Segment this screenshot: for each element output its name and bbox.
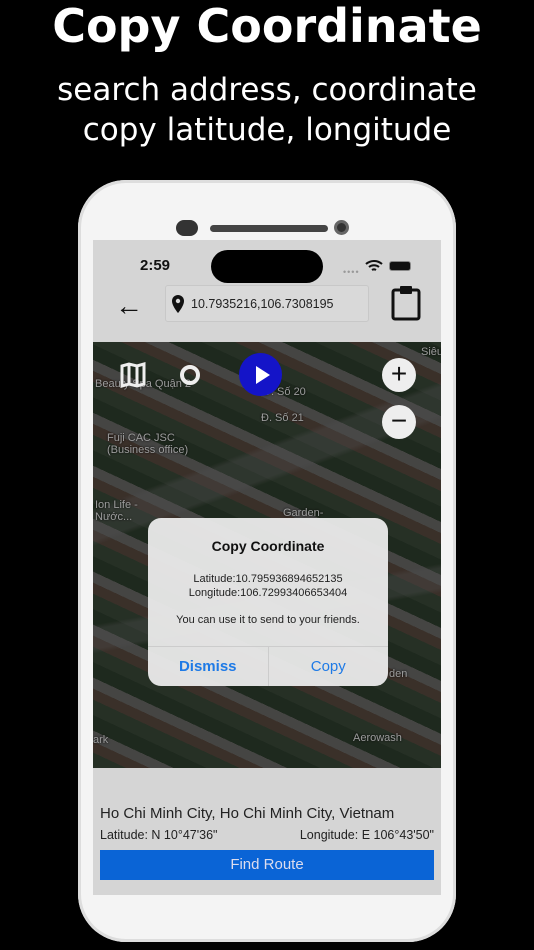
status-time: 2:59 [140, 257, 171, 274]
play-button[interactable] [239, 353, 282, 396]
promo-subtitle: search address, coordinate copy latitude,… [0, 70, 534, 150]
sensor-icon [176, 220, 198, 236]
search-input[interactable]: 10.7935216,106.7308195 [165, 285, 369, 322]
battery-icon [389, 261, 411, 271]
map-layers-icon[interactable] [120, 362, 146, 388]
dynamic-island [211, 250, 323, 283]
longitude-dms: Longitude: E 106°43'50" [299, 828, 434, 842]
dialog-latitude: Latitude:10.795936894652135 [193, 573, 343, 585]
address-text: Ho Chi Minh City, Ho Chi Minh City, Viet… [100, 805, 395, 822]
copy-coordinate-dialog: Copy Coordinate Latitude:10.795936894652… [148, 518, 388, 686]
find-route-button[interactable]: Find Route [100, 850, 434, 880]
back-arrow-icon[interactable]: ← [115, 290, 143, 322]
zoom-out-button[interactable]: − [382, 405, 416, 439]
search-value: 10.7935216,106.7308195 [191, 296, 334, 311]
app-screen: 2:59 •••• ← 10.7935216,106.7308195 Beaut… [93, 240, 441, 895]
dialog-longitude: Longitude:106.72993406653404 [188, 587, 348, 599]
dialog-title: Copy Coordinate [211, 538, 325, 554]
subtitle-line: copy latitude, longitude [82, 112, 452, 148]
dialog-coordinates: Latitude:10.795936894652135 Longitude:106… [148, 572, 388, 600]
zoom-in-button[interactable]: + [382, 358, 416, 392]
subtitle-line: search address, coordinate [57, 72, 477, 108]
copy-button[interactable]: Copy [269, 647, 389, 686]
latitude-dms: Latitude: N 10°47'36" [100, 828, 218, 842]
camera-icon [334, 220, 349, 235]
dialog-message: You can use it to send to your friends. [176, 614, 360, 626]
promo-title: Copy Coordinate [52, 0, 482, 53]
dismiss-button[interactable]: Dismiss [148, 647, 269, 686]
location-pin-icon [172, 294, 184, 313]
my-location-icon[interactable] [177, 362, 203, 388]
speaker [210, 225, 328, 232]
clipboard-icon[interactable] [391, 285, 421, 321]
signal-icon: •••• [343, 267, 360, 277]
wifi-icon [365, 260, 383, 271]
